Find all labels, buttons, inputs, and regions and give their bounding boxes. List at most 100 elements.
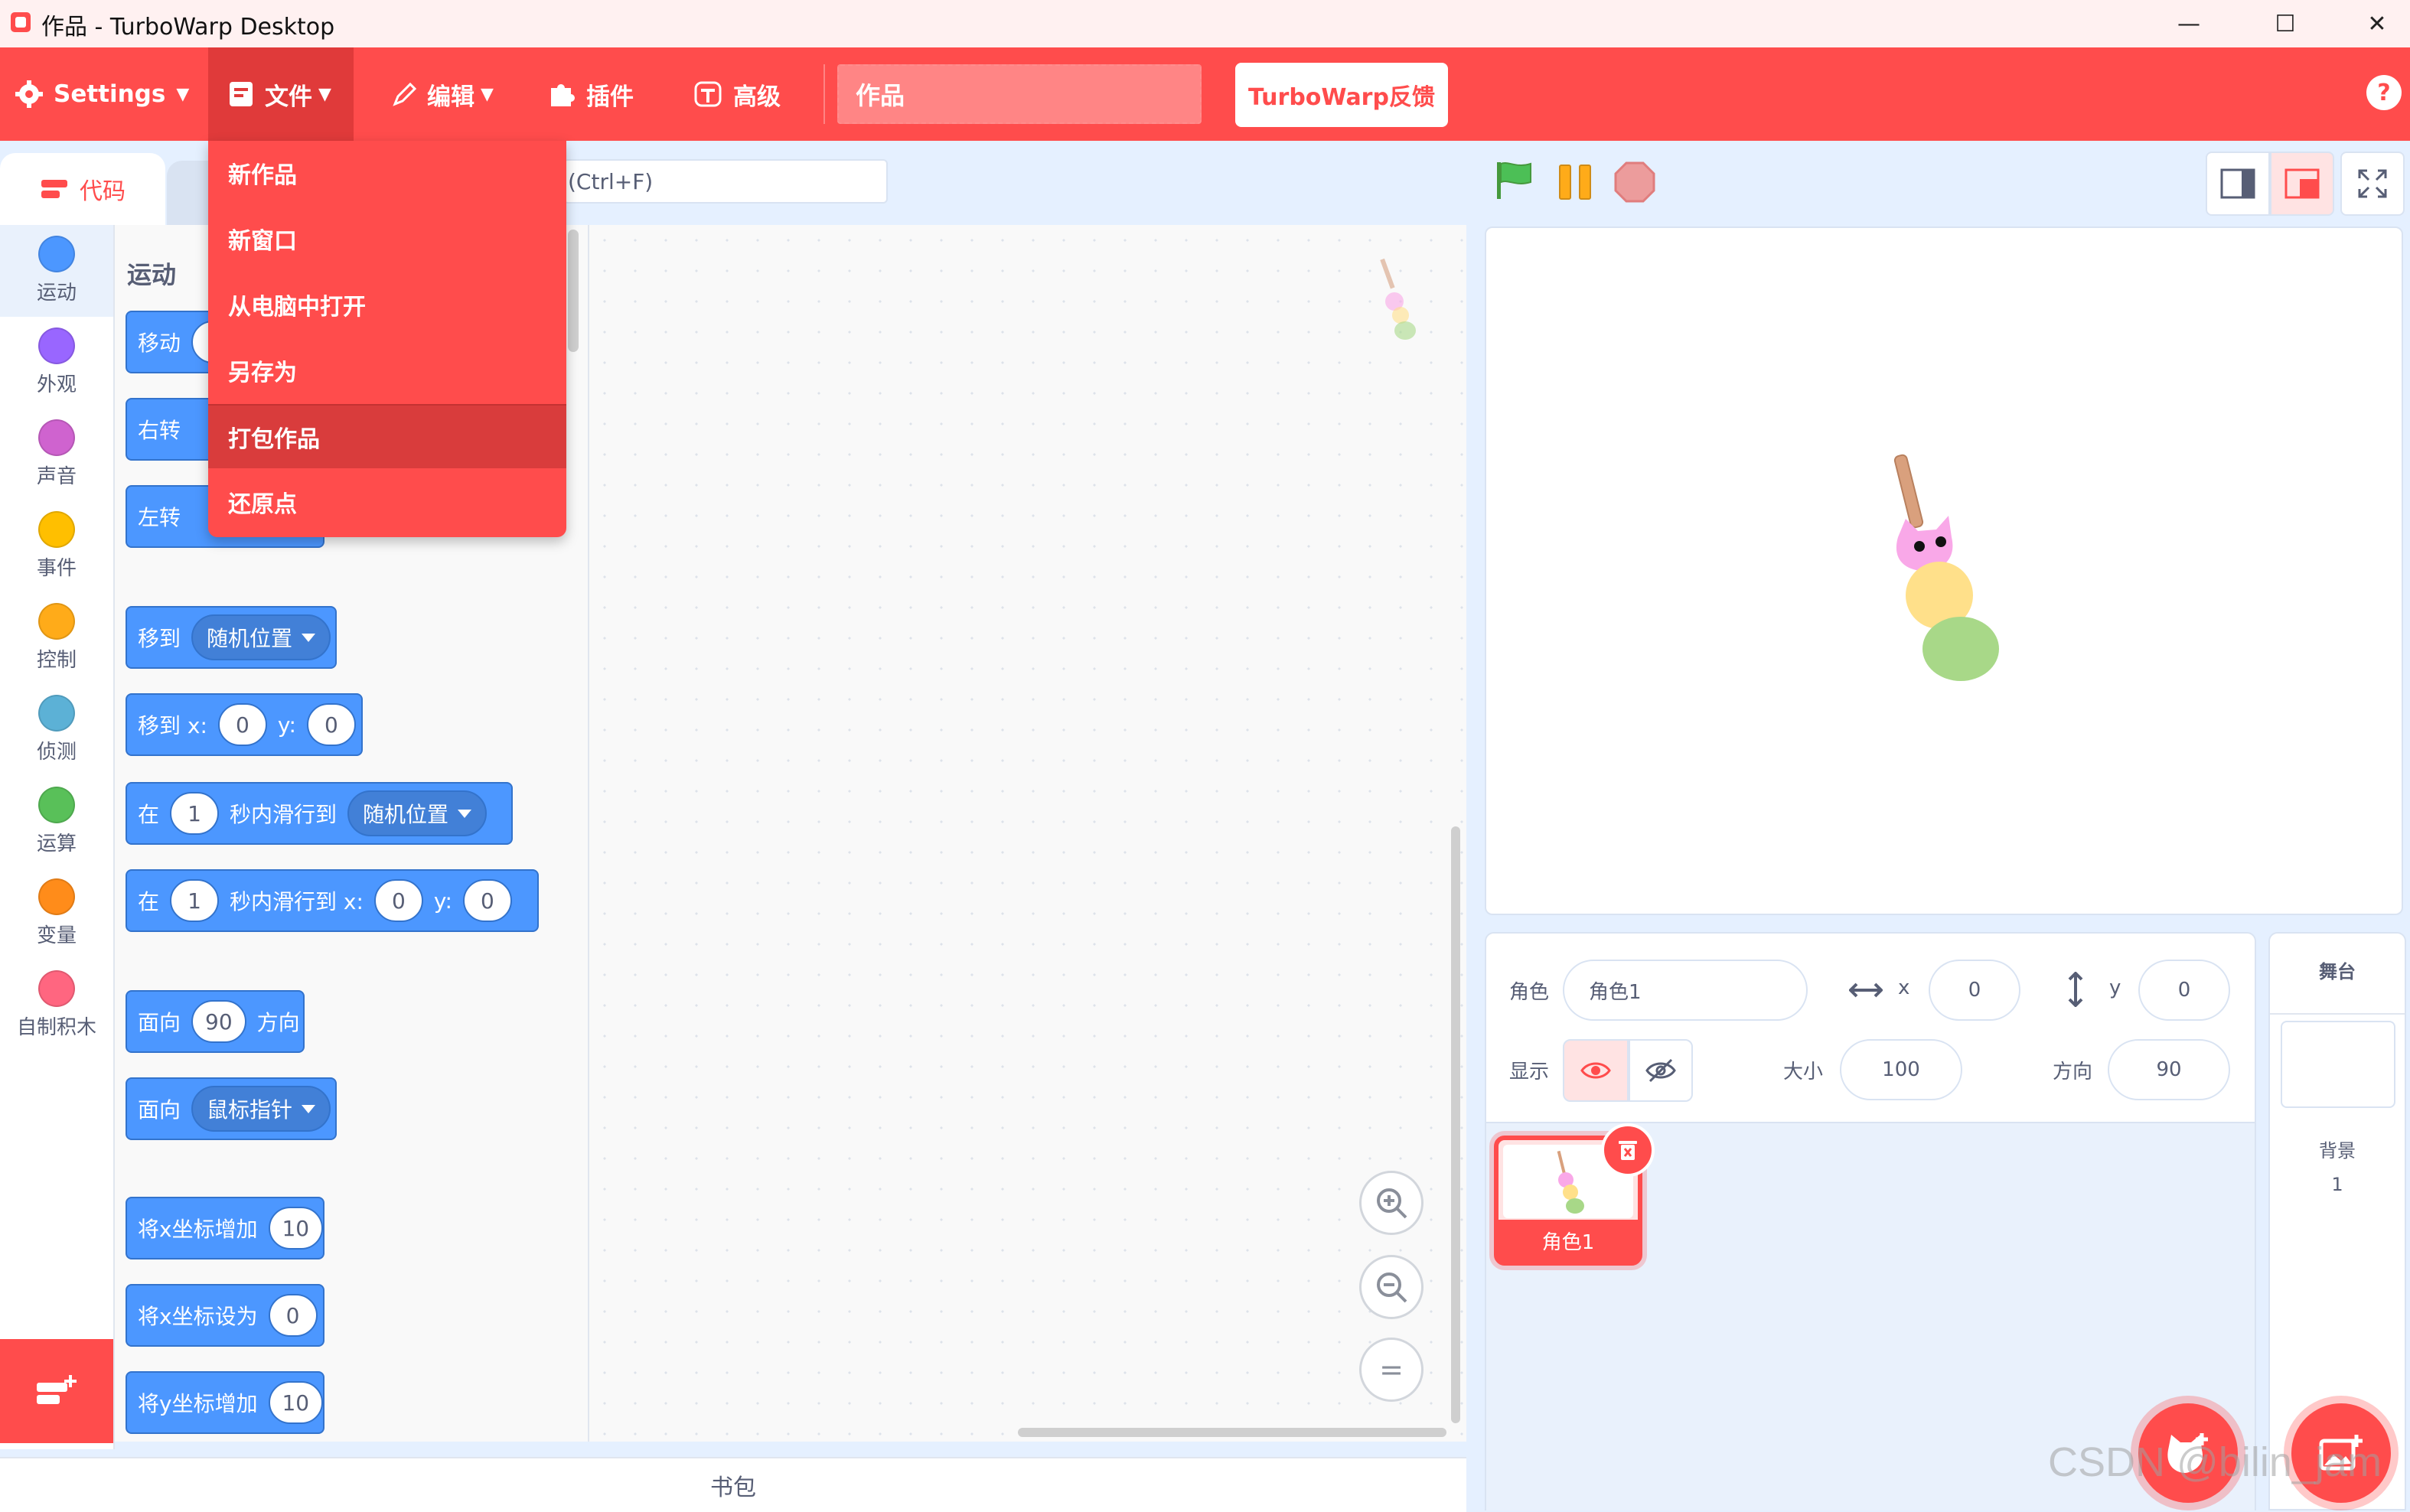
- settings-menu[interactable]: Settings ▼: [14, 47, 189, 141]
- block-dropdown[interactable]: 鼠标指针: [191, 1086, 331, 1132]
- small-stage-icon: [2220, 168, 2255, 199]
- sprite-direction-input[interactable]: 90: [2108, 1039, 2230, 1100]
- feedback-button[interactable]: TurboWarp反馈: [1235, 63, 1448, 127]
- block-search-input[interactable]: (Ctrl+F): [563, 159, 888, 204]
- block-text: 在: [138, 802, 160, 827]
- pause-button[interactable]: [1555, 162, 1595, 202]
- block-input[interactable]: 0: [268, 1294, 318, 1337]
- block-input[interactable]: 0: [306, 703, 356, 746]
- menu-new-project[interactable]: 新作品: [208, 141, 566, 205]
- chevron-down-icon: ▼: [481, 84, 494, 104]
- zoom-out-button[interactable]: [1359, 1255, 1423, 1319]
- backpack[interactable]: 书包: [0, 1457, 1466, 1512]
- category-sound[interactable]: 声音: [0, 409, 113, 500]
- block-change-y[interactable]: 将y坐标增加 10: [126, 1371, 324, 1434]
- sprite-x-input[interactable]: 0: [1929, 960, 2020, 1021]
- tab-costumes[interactable]: [167, 161, 213, 225]
- menu-save-as[interactable]: 另存为: [208, 338, 566, 402]
- block-text: 方向: [256, 1010, 300, 1035]
- add-extension-button[interactable]: [0, 1339, 113, 1443]
- edit-menu-label: 编辑: [427, 83, 474, 111]
- block-dropdown[interactable]: 随机位置: [347, 790, 488, 836]
- sprite-y-input[interactable]: 0: [2138, 960, 2230, 1021]
- category-events[interactable]: 事件: [0, 500, 113, 592]
- block-input[interactable]: 0: [462, 879, 512, 922]
- block-text: 将x坐标增加: [138, 1217, 258, 1242]
- block-dropdown[interactable]: 随机位置: [191, 614, 331, 660]
- workspace-vertical-scrollbar[interactable]: [1451, 826, 1460, 1423]
- addons-menu[interactable]: 插件: [546, 47, 634, 141]
- block-input[interactable]: 1: [170, 879, 220, 922]
- category-my-blocks[interactable]: 自制积木: [0, 960, 113, 1051]
- project-title-input[interactable]: 作品: [837, 64, 1202, 124]
- menu-restore-points[interactable]: 还原点: [208, 470, 566, 534]
- delete-sprite-button[interactable]: [1601, 1123, 1655, 1177]
- category-dot: [38, 236, 75, 272]
- green-flag-button[interactable]: [1492, 159, 1535, 202]
- block-text: 将y坐标增加: [138, 1391, 258, 1416]
- category-control[interactable]: 控制: [0, 592, 113, 684]
- block-input[interactable]: 0: [217, 703, 267, 746]
- stage-canvas[interactable]: [1485, 226, 2403, 915]
- category-label: 变量: [36, 924, 77, 947]
- backdrop-thumbnail[interactable]: [2281, 1021, 2395, 1108]
- advanced-menu[interactable]: 高级: [692, 47, 781, 141]
- fullscreen-button[interactable]: [2340, 152, 2405, 216]
- palette-scrollbar[interactable]: [568, 230, 579, 352]
- category-looks[interactable]: 外观: [0, 317, 113, 409]
- block-point-direction[interactable]: 面向 90 方向: [126, 990, 305, 1053]
- tab-code[interactable]: 代码: [0, 153, 165, 225]
- block-input[interactable]: 0: [373, 879, 423, 922]
- palette-section-title: 运动: [127, 260, 177, 289]
- block-change-x[interactable]: 将x坐标增加 10: [126, 1197, 324, 1259]
- stage-target-panel[interactable]: 舞台 背景 1: [2268, 932, 2406, 1510]
- zoom-in-button[interactable]: [1359, 1171, 1423, 1235]
- show-label: 显示: [1509, 1061, 1550, 1083]
- close-window-button[interactable]: ✕: [2331, 0, 2410, 47]
- menu-package-project[interactable]: 打包作品: [208, 404, 566, 468]
- minimize-button[interactable]: —: [2143, 0, 2235, 47]
- category-motion[interactable]: 运动: [0, 225, 113, 317]
- file-menu[interactable]: 文件 ▼: [208, 47, 354, 141]
- workspace-horizontal-scrollbar[interactable]: [1018, 1428, 1446, 1437]
- category-label: 控制: [36, 649, 77, 672]
- block-point-towards[interactable]: 面向 鼠标指针: [126, 1077, 337, 1140]
- category-dot: [38, 327, 75, 364]
- stop-button[interactable]: [1613, 161, 1656, 204]
- block-set-x[interactable]: 将x坐标设为 0: [126, 1284, 324, 1347]
- category-menu: 运动 外观 声音 事件 控制 侦测 运算 变量 自制积木: [0, 225, 115, 1449]
- block-input[interactable]: 10: [268, 1207, 323, 1250]
- large-stage-icon: [2284, 168, 2320, 199]
- maximize-button[interactable]: ☐: [2239, 0, 2331, 47]
- small-stage-button[interactable]: [2206, 152, 2270, 216]
- sprite-size-input[interactable]: 100: [1840, 1039, 1962, 1100]
- block-input[interactable]: 10: [268, 1381, 323, 1424]
- block-goto-xy[interactable]: 移到 x: 0 y: 0: [126, 693, 363, 756]
- category-operators[interactable]: 运算: [0, 776, 113, 868]
- large-stage-button[interactable]: [2270, 152, 2334, 216]
- puzzle-icon: [551, 84, 575, 106]
- category-label: 运算: [36, 833, 77, 855]
- window-title-bar: 作品 - TurboWarp Desktop — ☐ ✕: [0, 0, 2410, 47]
- block-input[interactable]: 1: [170, 792, 220, 835]
- stage-panel-title: 舞台: [2319, 961, 2356, 982]
- block-glide-to[interactable]: 在 1 秒内滑行到 随机位置: [126, 782, 513, 845]
- category-sensing[interactable]: 侦测: [0, 684, 113, 776]
- sprite-on-stage[interactable]: [1875, 451, 2013, 696]
- script-workspace[interactable]: [589, 225, 1466, 1442]
- show-sprite-button[interactable]: [1563, 1039, 1629, 1102]
- zoom-reset-button[interactable]: =: [1359, 1338, 1423, 1402]
- category-dot: [38, 695, 75, 732]
- block-goto[interactable]: 移到 随机位置: [126, 606, 337, 669]
- edit-menu[interactable]: 编辑 ▼: [390, 47, 494, 141]
- category-variables[interactable]: 变量: [0, 868, 113, 960]
- block-input[interactable]: 90: [191, 1000, 246, 1043]
- help-button[interactable]: ?: [2366, 75, 2402, 110]
- advanced-label: 高级: [733, 83, 781, 111]
- block-glide-xy[interactable]: 在 1 秒内滑行到 x: 0 y: 0: [126, 869, 539, 932]
- hide-sprite-button[interactable]: [1629, 1039, 1693, 1102]
- menu-open-from-computer[interactable]: 从电脑中打开: [208, 272, 566, 337]
- menu-new-window[interactable]: 新窗口: [208, 207, 566, 271]
- sprite-name-input[interactable]: 角色1: [1563, 960, 1808, 1021]
- chevron-down-icon: ▼: [176, 84, 190, 104]
